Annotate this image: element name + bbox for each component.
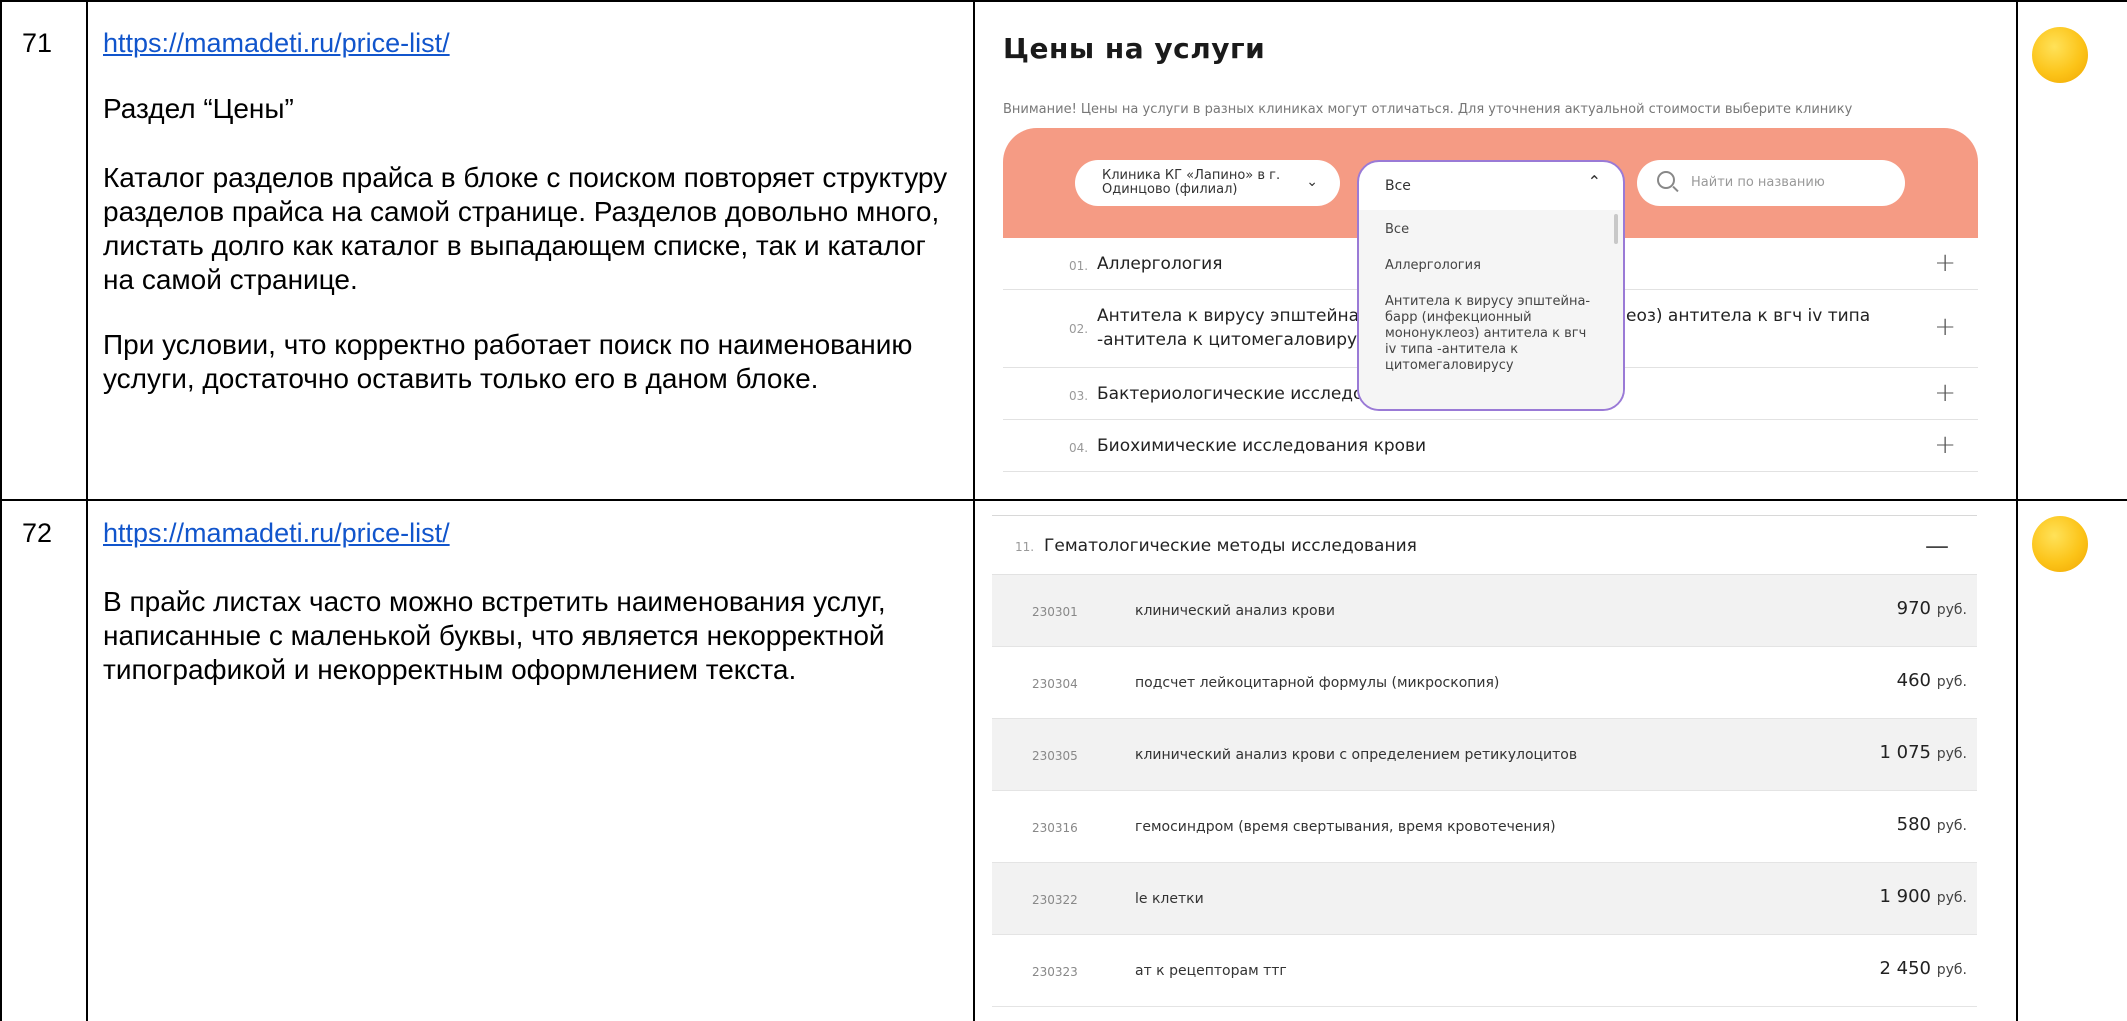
plus-icon[interactable]: + [1934,312,1956,342]
section-number: 11. [1015,540,1035,554]
price-currency: руб. [1936,602,1967,618]
price-currency: руб. [1936,890,1967,906]
price-value: 460 [1896,670,1931,691]
dropdown-options: Все Аллергология Антитела к вирусу эпште… [1359,210,1623,409]
clinic-select[interactable]: Клиника КГ «Лапино» в г. Одинцово (филиа… [1075,160,1340,206]
service-row: 230305 клинический анализ крови с опреде… [992,719,1977,791]
category-dropdown[interactable]: Все ⌃ Все Аллергология Антитела к вирусу… [1357,160,1625,411]
section-row[interactable]: 04. Биохимические исследования крови + [1003,420,1978,472]
price-value: 1 075 [1879,742,1931,763]
chevron-up-icon: ⌃ [1587,172,1601,191]
service-name: гемосиндром (время свертывания, время кр… [1135,819,1556,835]
clinic-select-value: Клиника КГ «Лапино» в г. Одинцово (филиа… [1102,168,1281,197]
row-number: 72 [22,518,53,548]
price-value: 580 [1896,814,1931,835]
chevron-down-icon: ⌄ [1306,174,1318,190]
row-number: 71 [22,28,53,58]
service-price: 1 900 руб. [1879,886,1967,907]
table-col-divider-2 [973,0,975,1021]
issue-suggestion: При условии, что корректно работает поис… [103,329,913,394]
service-code: 230305 [1032,749,1078,763]
section-number: 03. [1069,389,1089,403]
category-select-value: Все [1385,178,1411,194]
service-name: le клетки [1135,891,1204,907]
plus-icon[interactable]: + [1934,430,1956,460]
section-label: Аллергология [1097,254,1223,274]
service-row: 230301 клинический анализ крови 970 руб. [992,575,1977,647]
issue-title: Раздел “Цены” [103,93,294,124]
price-currency: руб. [1936,962,1967,978]
service-row: 230304 подсчет лейкоцитарной формулы (ми… [992,647,1977,719]
section-label: Антитела к вирусу эпштейна-б [1097,306,1376,326]
service-name: клинический анализ крови с определением … [1135,747,1578,763]
service-price: 580 руб. [1897,814,1967,835]
price-value: 1 900 [1879,886,1931,907]
service-price: 2 450 руб. [1879,958,1967,979]
service-code: 230301 [1032,605,1078,619]
search-placeholder: Найти по названию [1691,175,1825,190]
service-row: 230322 le клетки 1 900 руб. [992,863,1977,935]
section-number: 04. [1069,441,1089,455]
service-code: 230304 [1032,677,1078,691]
category-select[interactable]: Все ⌃ [1359,162,1623,208]
dropdown-option[interactable]: Антитела к вирусу эпштейна-барр (инфекци… [1385,294,1600,374]
section-label: Гематологические методы исследования [1044,536,1417,556]
price-value: 2 450 [1879,958,1931,979]
section-label: Бактериологические исследов [1097,384,1374,404]
price-currency: руб. [1936,746,1967,762]
service-code: 230316 [1032,821,1078,835]
hematology-price-screenshot: 11. Гематологические методы исследования… [992,515,1977,1021]
table-col-divider-3 [2016,0,2018,1021]
issue-description: Каталог разделов прайса в блоке с поиско… [103,162,948,295]
dropdown-option[interactable]: Все [1385,222,1600,238]
yellow-circle-icon [2032,27,2088,83]
service-price: 970 руб. [1897,598,1967,619]
service-row: 230323 ат к рецепторам ттг 2 450 руб. [992,935,1977,1007]
price-notice: Внимание! Цены на услуги в разных клиник… [1003,102,1853,117]
price-currency: руб. [1936,674,1967,690]
section-label-tail: еоз) антитела к вгч iv типа [1626,306,1871,326]
plus-icon[interactable]: + [1934,378,1956,408]
table-row-divider [0,499,2127,501]
table-border-top [0,0,2127,2]
service-code: 230323 [1032,965,1078,979]
issue-description: В прайс листах часто можно встретить наи… [103,586,886,685]
section-label: Биохимические исследования крови [1097,436,1427,456]
service-row: 230316 гемосиндром (время свертывания, в… [992,791,1977,863]
plus-icon[interactable]: + [1934,248,1956,278]
table-col-divider-1 [86,0,88,1021]
dropdown-scrollbar[interactable] [1614,214,1618,244]
section-number: 01. [1069,259,1089,273]
service-code: 230322 [1032,893,1078,907]
minus-icon[interactable]: — [1925,532,1949,560]
service-price: 1 075 руб. [1879,742,1967,763]
yellow-circle-icon [2032,516,2088,572]
service-name: клинический анализ крови [1135,603,1335,619]
table-border-left [0,0,2,1021]
section-header[interactable]: 11. Гематологические методы исследования… [992,515,1977,575]
search-icon [1657,171,1675,189]
service-name: подсчет лейкоцитарной формулы (микроскоп… [1135,675,1500,691]
price-page-screenshot: Цены на услуги Внимание! Цены на услуги … [1001,20,1978,480]
price-currency: руб. [1936,818,1967,834]
service-name: ат к рецепторам ттг [1135,963,1287,979]
page-url-link[interactable]: https://mamadeti.ru/price-list/ [103,518,450,549]
service-price: 460 руб. [1897,670,1967,691]
dropdown-option[interactable]: Аллергология [1385,258,1600,274]
search-input[interactable]: Найти по названию [1637,160,1905,206]
page-url-link[interactable]: https://mamadeti.ru/price-list/ [103,28,450,59]
section-label-line2: -антитела к цитомегаловирусу [1097,330,1377,350]
page-title: Цены на услуги [1003,32,1266,65]
price-value: 970 [1896,598,1931,619]
section-number: 02. [1069,322,1089,336]
